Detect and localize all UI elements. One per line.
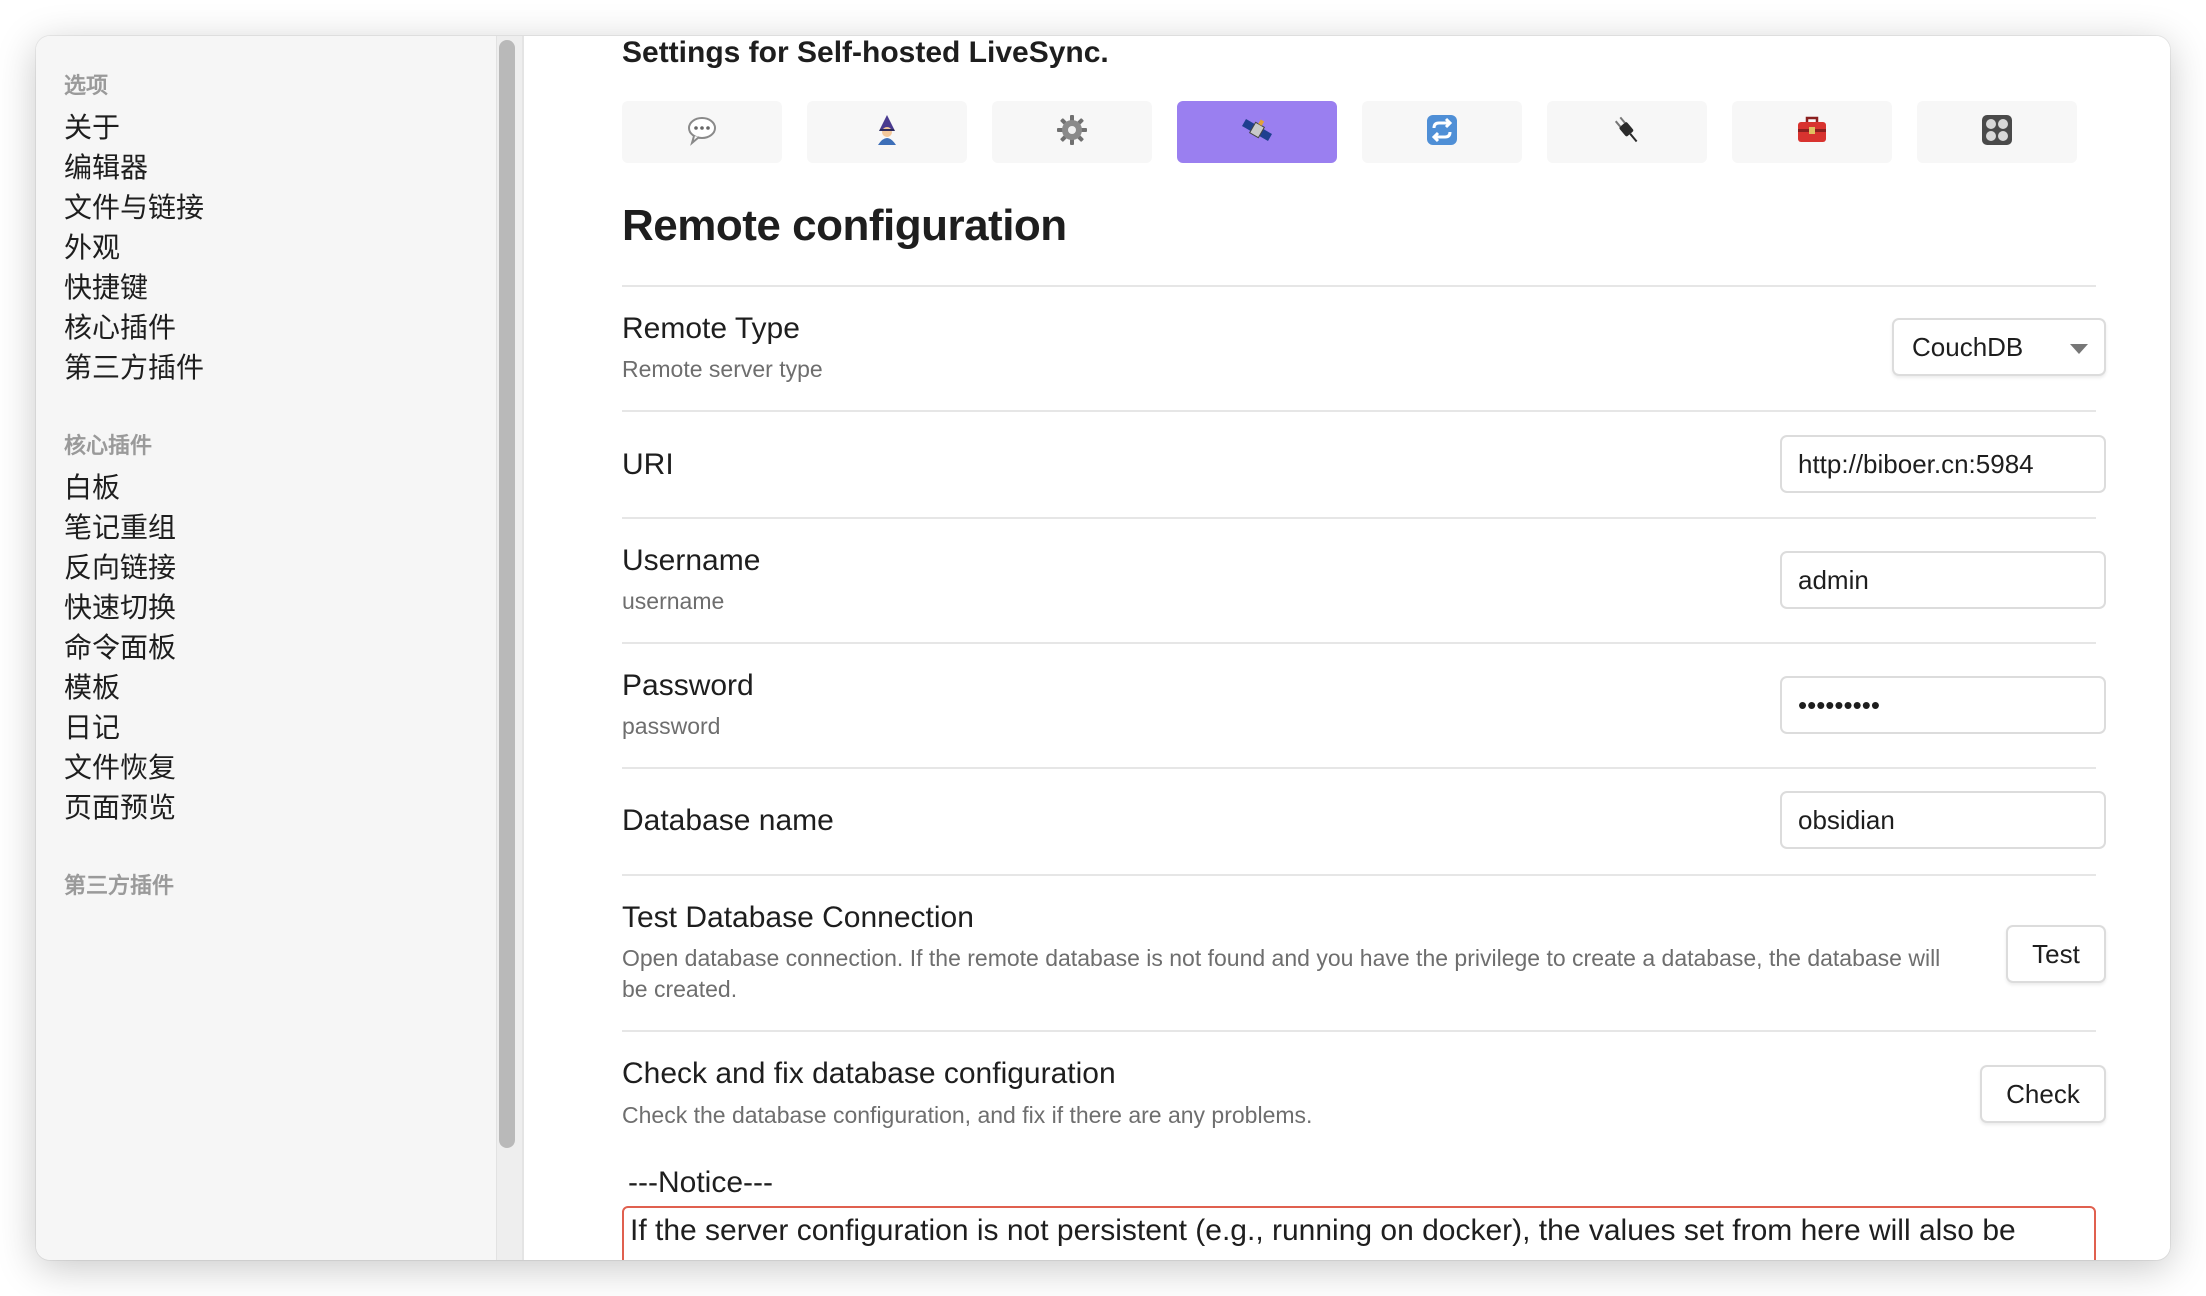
check-button[interactable]: Check [1980, 1065, 2106, 1123]
database-name-input[interactable]: obsidian [1780, 791, 2106, 849]
password-label: Password [622, 669, 754, 702]
sidebar-scrollbar-thumb[interactable] [499, 40, 515, 1148]
password-description: password [622, 713, 721, 739]
check-config-label: Check and fix database configuration [622, 1057, 1116, 1090]
password-input[interactable]: ••••••••• [1780, 676, 2106, 734]
remote-type-value: CouchDB [1912, 332, 2024, 362]
tab-wizard[interactable] [807, 101, 967, 163]
test-connection-label: Test Database Connection [622, 901, 974, 934]
sidebar-section-options: 选项 [64, 73, 109, 98]
sidebar-item-daily-notes[interactable]: 日记 [64, 706, 120, 746]
sidebar-item-files-links[interactable]: 文件与链接 [64, 186, 204, 226]
sidebar-item-command-palette[interactable]: 命令面板 [64, 626, 176, 666]
username-input[interactable]: admin [1780, 551, 2106, 609]
gear-icon [1055, 113, 1089, 152]
sidebar-item-page-preview[interactable]: 页面预览 [64, 786, 176, 826]
sync-arrows-icon [1425, 113, 1459, 152]
divider [622, 410, 2096, 412]
test-button[interactable]: Test [2006, 925, 2106, 983]
remote-type-description: Remote server type [622, 356, 823, 382]
tab-plug[interactable] [1547, 101, 1707, 163]
toolbox-icon [1795, 113, 1829, 152]
notice-title: ---Notice--- [628, 1166, 773, 1199]
tab-toolbox[interactable] [1732, 101, 1892, 163]
plug-icon [1610, 113, 1644, 152]
divider [622, 642, 2096, 644]
uri-label: URI [622, 448, 674, 481]
sidebar-item-editor[interactable]: 编辑器 [64, 146, 148, 186]
check-config-description: Check the database configuration, and fi… [622, 1102, 1313, 1128]
sidebar-section-core-plugins: 核心插件 [64, 433, 153, 458]
divider [622, 1030, 2096, 1032]
remote-type-dropdown[interactable]: CouchDB [1892, 318, 2106, 376]
tab-satellite[interactable] [1177, 101, 1337, 163]
tab-gear[interactable] [992, 101, 1152, 163]
test-connection-description: Open database connection. If the remote … [622, 945, 1941, 1002]
sidebar-item-backlinks[interactable]: 反向链接 [64, 546, 176, 586]
sidebar-item-hotkeys[interactable]: 快捷键 [64, 266, 148, 306]
divider [622, 767, 2096, 769]
sidebar-item-quick-switcher[interactable]: 快速切换 [64, 586, 176, 626]
remote-type-label: Remote Type [622, 312, 800, 345]
sidebar-item-appearance[interactable]: 外观 [64, 226, 120, 266]
sidebar-item-about[interactable]: 关于 [64, 106, 120, 146]
notice-box: If the server configuration is not persi… [622, 1206, 2096, 1260]
tab-speech-bubble[interactable] [622, 101, 782, 163]
database-name-label: Database name [622, 804, 834, 837]
sidebar-item-templates[interactable]: 模板 [64, 666, 120, 706]
sidebar-item-core-plugins[interactable]: 核心插件 [64, 306, 176, 346]
sidebar: 选项 关于 编辑器 文件与链接 外观 快捷键 核心插件 第三方插件 核心插件 白… [36, 36, 523, 1260]
plugin-settings-title: Settings for Self-hosted LiveSync. [622, 36, 1109, 69]
sidebar-item-canvas[interactable]: 白板 [64, 466, 120, 506]
sidebar-item-community-plugins[interactable]: 第三方插件 [64, 346, 204, 386]
uri-input[interactable]: http://biboer.cn:5984 [1780, 435, 2106, 493]
divider [622, 874, 2096, 876]
wizard-icon [870, 113, 904, 152]
satellite-icon [1240, 113, 1274, 152]
control-knobs-icon [1980, 113, 2014, 152]
divider [622, 517, 2096, 519]
username-description: username [622, 588, 725, 614]
sidebar-section-community-plugins: 第三方插件 [64, 873, 175, 898]
sidebar-item-file-recovery[interactable]: 文件恢复 [64, 746, 176, 786]
divider [622, 285, 2096, 287]
tab-sync[interactable] [1362, 101, 1522, 163]
settings-content: Settings for Self-hosted LiveSync. Remot… [522, 36, 2170, 1260]
section-heading: Remote configuration [622, 201, 1067, 250]
sidebar-item-note-composer[interactable]: 笔记重组 [64, 506, 176, 546]
speech-bubble-icon [685, 113, 719, 152]
notice-text: If the server configuration is not persi… [630, 1214, 2016, 1247]
username-label: Username [622, 544, 761, 577]
chevron-down-icon [2070, 344, 2088, 354]
tab-control-knobs[interactable] [1917, 101, 2077, 163]
settings-window: 选项 关于 编辑器 文件与链接 外观 快捷键 核心插件 第三方插件 核心插件 白… [36, 36, 2170, 1260]
